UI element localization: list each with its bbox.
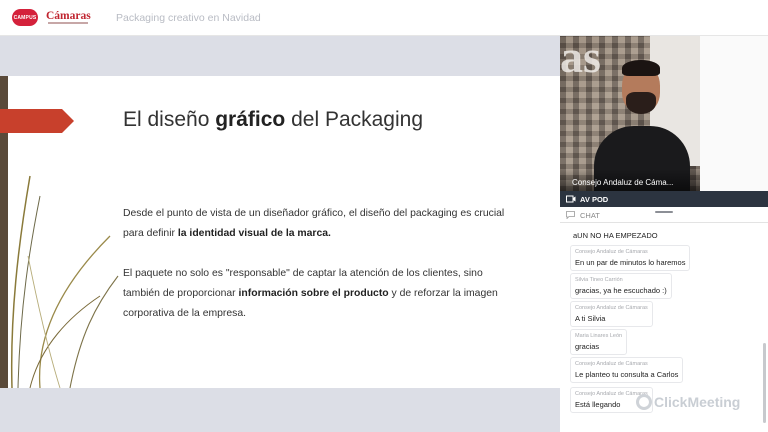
chat-header[interactable]: CHAT <box>560 207 768 223</box>
chat-message-author: Consejo Andaluz de Cámaras <box>575 249 648 255</box>
camera-icon <box>566 195 576 203</box>
camaras-logo: Cámaras <box>46 8 92 28</box>
av-pod-label: AV POD <box>580 195 609 204</box>
slide-paragraph-2: El paquete no solo es "responsable" de c… <box>123 264 513 324</box>
slide-decorative-stems <box>10 175 119 388</box>
presentation-stage: El diseño gráfico del Packaging Desde el… <box>0 36 560 432</box>
chat-message-author: Maria Linares León <box>575 333 623 339</box>
chat-resize-handle[interactable] <box>655 211 673 213</box>
page-title: Packaging creativo en Navidad <box>116 12 261 24</box>
chat-message-text: En un par de minutos lo haremos <box>575 258 686 267</box>
slide-heading-part: El diseño <box>123 108 216 131</box>
video-name-label: Consejo Andaluz de Cáma... <box>560 169 700 191</box>
slide-paragraph-1: Desde el punto de vista de un diseñador … <box>123 204 513 244</box>
chat-message: Silvia Tineo Carrión gracias, ya he escu… <box>570 273 672 299</box>
chat-message: Maria Linares León gracias <box>570 329 628 355</box>
video-backdrop-text: as <box>560 36 601 82</box>
clickmeeting-text: ClickMeeting <box>654 394 741 410</box>
chat-message-text: gracias, ya he escuchado :) <box>575 286 667 295</box>
slide-arrow-shape <box>0 109 74 133</box>
campus-logo: CAMPUS <box>12 9 38 26</box>
right-panel: as Consejo Andaluz de Cáma... AV POD CHA… <box>560 36 768 432</box>
chat-message-text: gracias <box>575 342 600 351</box>
slide-heading-bold: gráfico <box>215 108 286 131</box>
chat-message-plain: aUN NO HA EMPEZADO <box>573 231 658 240</box>
chat-message: Consejo Andaluz de Cámaras Le planteo tu… <box>570 357 684 383</box>
clickmeeting-watermark: ClickMeeting <box>636 393 756 413</box>
slide-heading: El diseño gráfico del Packaging <box>123 108 423 132</box>
campus-logo-text: CAMPUS <box>13 14 37 21</box>
paragraph-bold: la identidad visual de la marca. <box>177 228 331 239</box>
chat-message-author: Consejo Andaluz de Cámaras <box>575 305 648 311</box>
chat-label: CHAT <box>580 211 600 220</box>
av-pod-bar[interactable]: AV POD <box>560 191 768 207</box>
chat-message-author: Silvia Tineo Carrión <box>575 277 623 283</box>
presenter-video[interactable]: as Consejo Andaluz de Cáma... <box>560 36 700 191</box>
chat-scrollbar[interactable] <box>763 343 766 423</box>
top-bar: CAMPUS Cámaras Packaging creativo en Nav… <box>0 0 768 36</box>
camaras-logo-text: Cámaras <box>46 10 91 22</box>
slide: El diseño gráfico del Packaging Desde el… <box>0 76 560 388</box>
chat-message: Consejo Andaluz de Cámaras En un par de … <box>570 245 691 271</box>
camaras-logo-underline <box>48 22 88 24</box>
video-empty-area <box>700 36 768 191</box>
chat-icon <box>566 211 575 219</box>
chat-message-text: A ti Silvia <box>575 314 606 323</box>
presenter-beard <box>626 92 656 114</box>
slide-heading-part: del Packaging <box>285 108 424 131</box>
chat-message-text: Le planteo tu consulta a Carlos <box>575 370 679 379</box>
presenter-hair <box>622 60 660 76</box>
chat-message-author: Consejo Andaluz de Cámaras <box>575 361 648 367</box>
paragraph-bold: información sobre el producto <box>238 288 389 299</box>
clickmeeting-icon <box>636 394 652 410</box>
chat-message: Consejo Andaluz de Cámaras A ti Silvia <box>570 301 653 327</box>
